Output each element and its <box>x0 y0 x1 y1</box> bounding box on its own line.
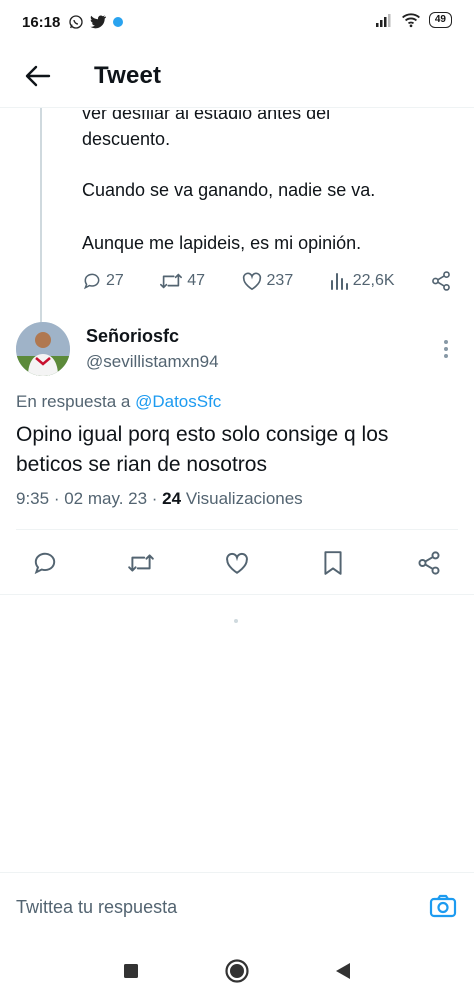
divider <box>0 594 474 595</box>
avatar-image <box>16 322 70 376</box>
reply-prefix: En respuesta a <box>16 392 136 411</box>
back-nav-button[interactable] <box>328 956 358 986</box>
share-icon <box>432 271 450 291</box>
reply-to-link[interactable]: @DatosSfc <box>135 392 221 411</box>
twitter-bird-icon <box>90 15 107 29</box>
retweet-count: 47 <box>187 272 206 289</box>
tweet-author: Señoriosfc @sevillistamxn94 <box>16 322 458 380</box>
wifi-icon <box>401 13 420 28</box>
like-count: 237 <box>266 272 294 289</box>
reply-icon <box>34 552 56 575</box>
page-title: Tweet <box>94 61 162 89</box>
back-button[interactable] <box>20 58 56 94</box>
system-navigation-bar <box>0 940 474 1001</box>
loading-dot <box>234 619 238 623</box>
tweet-time[interactable]: 9:35 <box>16 489 49 508</box>
views-label: Visualizaciones <box>185 489 303 508</box>
bookmark-icon <box>324 551 342 575</box>
share-icon <box>418 551 440 575</box>
reply-input[interactable] <box>16 893 396 921</box>
triangle-back-icon <box>336 962 350 979</box>
retweet-icon <box>160 273 183 289</box>
tweet-text: Opino igual porq esto solo consige q los… <box>16 423 389 476</box>
reply-context: En respuesta a @DatosSfc <box>16 392 221 412</box>
author-handle[interactable]: @sevillistamxn94 <box>86 352 219 372</box>
dot <box>444 354 448 358</box>
notification-icons <box>68 14 124 30</box>
divider <box>16 529 458 530</box>
app-notification-icon <box>113 17 124 27</box>
square-icon <box>124 963 138 978</box>
more-options-button[interactable] <box>434 334 458 364</box>
camera-icon <box>429 894 457 918</box>
thread-line <box>40 108 42 323</box>
views-number: 24 <box>162 489 182 508</box>
views-count: 22,6K <box>352 272 395 289</box>
share-action[interactable] <box>430 270 452 292</box>
dot <box>444 340 448 344</box>
circle-icon <box>225 958 249 983</box>
retweet-icon <box>128 554 154 572</box>
home-button[interactable] <box>222 956 252 986</box>
share-button[interactable] <box>414 548 444 578</box>
like-button[interactable] <box>222 548 252 578</box>
top-app-bar: Tweet <box>0 44 474 108</box>
tweet-date[interactable]: 02 may. 23 <box>64 489 147 508</box>
whatsapp-icon <box>69 15 84 29</box>
reply-count: 27 <box>106 272 124 289</box>
views-chart-icon <box>330 273 348 290</box>
heart-icon <box>242 272 261 291</box>
status-bar: 16:18 49 <box>0 0 474 44</box>
parent-tweet-line: Aunque me lapideis, es mi opinión. <box>82 233 362 253</box>
avatar[interactable] <box>16 322 70 376</box>
bookmark-button[interactable] <box>318 548 348 578</box>
views-action[interactable]: 22,6K <box>329 271 395 291</box>
retweet-button[interactable] <box>126 548 156 578</box>
parent-tweet-line: descuento. <box>82 129 171 149</box>
retweet-action[interactable]: 47 <box>159 271 205 291</box>
tweet-action-bar <box>16 542 458 584</box>
reply-action[interactable]: 27 <box>82 271 124 291</box>
signal-icon <box>375 14 391 27</box>
parent-tweet-actions: 27 47 237 22,6K <box>82 270 452 292</box>
tweet-meta: 9:35 · 02 may. 23 · 24 Visualizaciones <box>16 489 303 508</box>
heart-icon <box>226 552 248 574</box>
like-action[interactable]: 237 <box>241 271 294 291</box>
author-name[interactable]: Señoriosfc <box>86 326 179 347</box>
battery-indicator: 49 <box>428 12 452 28</box>
status-time: 16:18 <box>22 13 61 31</box>
reply-icon <box>83 273 100 290</box>
dot <box>444 347 448 351</box>
recents-button[interactable] <box>116 956 146 986</box>
reply-composer <box>0 872 474 940</box>
parent-tweet-line: Cuando se va ganando, nadie se va. <box>82 180 376 200</box>
system-status: 49 <box>375 12 452 28</box>
arrow-left-icon <box>25 65 51 86</box>
camera-button[interactable] <box>428 891 458 921</box>
reply-button[interactable] <box>30 548 60 578</box>
